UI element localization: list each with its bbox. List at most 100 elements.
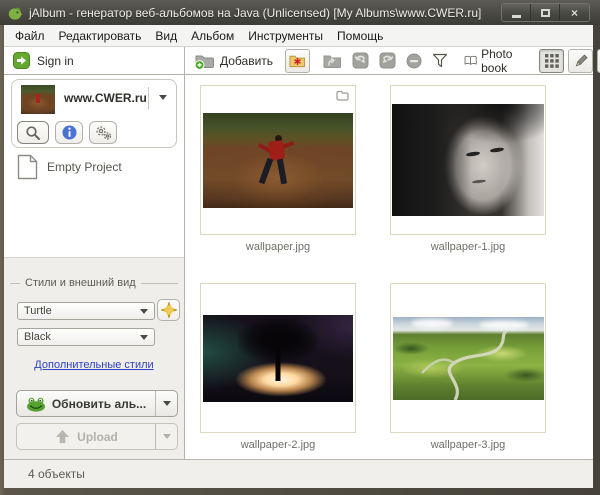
album-grid: wallpaper.jpg wallpaper-1.jpg wallpaper-… (185, 75, 593, 459)
project-panel: www.CWER.ru (4, 75, 184, 258)
thumbnail-image (392, 104, 544, 216)
style-select[interactable]: Black (17, 328, 155, 346)
update-album-label: Обновить аль... (52, 397, 146, 411)
photo-book-button[interactable]: Photo book (460, 49, 528, 73)
chevron-down-icon (163, 434, 171, 439)
upload-label: Upload (77, 430, 118, 444)
update-album-button[interactable]: Обновить аль... (16, 390, 178, 417)
gears-icon (93, 125, 113, 141)
skin-select-value: Turtle (24, 305, 52, 317)
remove-icon (406, 53, 422, 69)
add-button[interactable]: Добавить (190, 49, 277, 73)
sidebar: www.CWER.ru (4, 75, 185, 459)
starburst-icon (161, 302, 177, 318)
sign-in-arrow-icon (13, 52, 30, 69)
rotate-left-button[interactable] (348, 49, 373, 73)
item-filename: wallpaper.jpg (200, 241, 356, 253)
more-styles-container: Дополнительные стили (4, 355, 184, 373)
grid-item-wallpaper-1[interactable] (390, 85, 546, 235)
upload-dropdown[interactable] (155, 424, 177, 449)
close-button[interactable]: × (560, 4, 589, 21)
add-button-label: Добавить (220, 54, 273, 68)
divider (141, 283, 178, 284)
close-icon: × (571, 7, 578, 19)
status-bar: 4 объекты (4, 459, 593, 488)
photo-book-icon (464, 53, 477, 68)
minimize-button[interactable] (502, 4, 531, 21)
pencil-icon (573, 53, 589, 69)
search-button[interactable] (17, 121, 49, 144)
item-filename: wallpaper-1.jpg (390, 241, 546, 253)
item-filename: wallpaper-2.jpg (200, 439, 356, 451)
window-controls: × (501, 3, 590, 22)
menu-edit[interactable]: Редактировать (52, 27, 149, 45)
menu-bar: Файл Редактировать Вид Альбом Инструмент… (4, 25, 593, 47)
minimize-icon (512, 15, 521, 18)
grid-view-icon (545, 54, 559, 68)
jalbum-window: jAlbum - генератор веб-альбомов на Java … (0, 0, 600, 495)
winding-road (393, 317, 544, 400)
rotate-right-button[interactable] (375, 49, 400, 73)
rotate-left-icon (352, 52, 369, 69)
project-name: www.CWER.ru (64, 91, 147, 105)
info-button[interactable] (55, 121, 83, 144)
folder-badge-icon (336, 90, 349, 101)
chevron-down-icon (140, 309, 148, 314)
sign-in-button[interactable]: Sign in (4, 47, 185, 74)
info-icon (62, 125, 77, 140)
new-folder-button[interactable] (285, 49, 310, 73)
filter-funnel-icon (432, 53, 448, 68)
view-buttons (539, 49, 600, 73)
remove-button[interactable] (402, 49, 426, 73)
move-up-icon (323, 53, 342, 69)
menu-view[interactable]: Вид (148, 27, 184, 45)
filter-button[interactable] (428, 49, 452, 73)
chevron-down-icon[interactable] (159, 95, 167, 100)
sign-in-label: Sign in (37, 54, 74, 68)
project-thumbnail (21, 85, 55, 114)
item-filename: wallpaper-3.jpg (390, 439, 546, 451)
edit-view-button[interactable] (568, 49, 593, 73)
update-album-dropdown[interactable] (155, 391, 177, 416)
menu-tools[interactable]: Инструменты (241, 27, 330, 45)
search-icon (25, 125, 41, 141)
divider (148, 87, 149, 109)
update-album-main[interactable]: Обновить аль... (17, 391, 155, 416)
thumbnail-image (393, 317, 544, 400)
upload-main[interactable]: Upload (17, 424, 155, 449)
style-select-value: Black (24, 331, 51, 343)
upload-arrow-icon (54, 429, 71, 444)
menu-help[interactable]: Помощь (330, 27, 390, 45)
styles-section-header: Стили и внешний вид (10, 277, 178, 289)
blank-page-icon (17, 154, 38, 180)
chevron-down-icon (140, 335, 148, 340)
rotate-right-icon (379, 52, 396, 69)
skin-select[interactable]: Turtle (17, 302, 155, 320)
menu-album[interactable]: Альбом (184, 27, 241, 45)
maximize-icon (541, 9, 550, 17)
main-toolbar: Добавить (185, 47, 600, 74)
empty-project-item[interactable]: Empty Project (17, 154, 122, 180)
move-up-button[interactable] (319, 49, 346, 73)
content-area: www.CWER.ru (4, 75, 593, 459)
window-title: jAlbum - генератор веб-альбомов на Java … (29, 6, 481, 20)
photo-book-label: Photo book (481, 47, 523, 75)
project-buttons (17, 121, 117, 144)
customize-style-button[interactable] (157, 299, 180, 321)
grid-item-wallpaper[interactable] (200, 85, 356, 235)
upload-button[interactable]: Upload (16, 423, 178, 450)
grid-view-button[interactable] (539, 49, 564, 73)
more-styles-link[interactable]: Дополнительные стили (34, 359, 153, 371)
grid-item-wallpaper-3[interactable] (390, 283, 546, 433)
project-selector[interactable]: www.CWER.ru (11, 79, 177, 148)
thumbnail-image (203, 315, 353, 402)
styles-section-title: Стили и внешний вид (25, 277, 136, 289)
window-frame: Файл Редактировать Вид Альбом Инструмент… (4, 25, 593, 488)
divider (10, 283, 20, 284)
settings-button[interactable] (89, 121, 117, 144)
menu-file[interactable]: Файл (8, 27, 52, 45)
maximize-button[interactable] (531, 4, 560, 21)
titlebar: jAlbum - генератор веб-альбомов на Java … (0, 0, 600, 25)
empty-project-label: Empty Project (47, 160, 122, 174)
grid-item-wallpaper-2[interactable] (200, 283, 356, 433)
